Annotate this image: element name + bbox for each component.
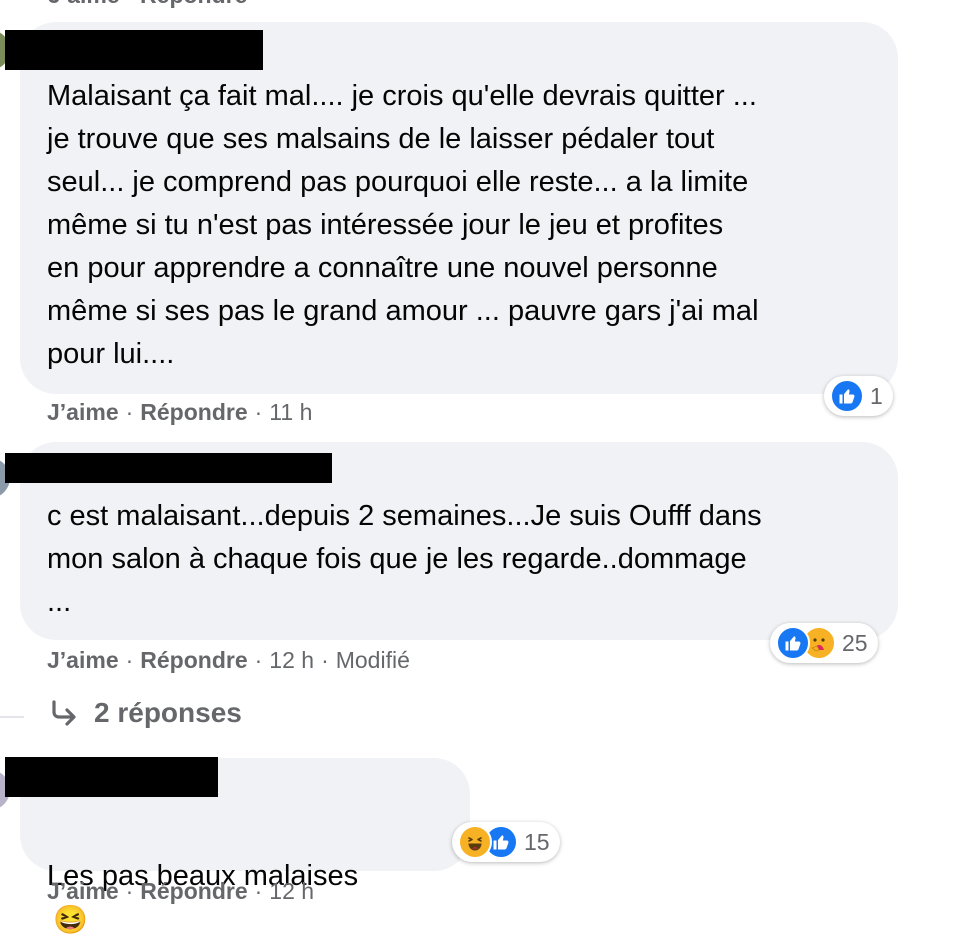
view-replies-button[interactable]: 2 réponses <box>50 697 242 729</box>
like-icon <box>776 626 810 660</box>
reaction-summary[interactable]: 1 <box>824 376 893 416</box>
reply-arrow-icon <box>52 700 76 726</box>
comment-text: Malaisant ça fait mal.... je crois qu'el… <box>47 80 759 370</box>
comment-timestamp[interactable]: 11 h <box>269 399 312 425</box>
like-icon <box>830 379 864 413</box>
haha-icon <box>458 825 492 859</box>
reply-button[interactable]: Répondre <box>140 878 247 904</box>
thread-connector-line <box>0 716 24 718</box>
reaction-count: 25 <box>842 629 868 656</box>
comment-text: Les pas beaux malaises 😆 <box>47 812 358 942</box>
comment-timestamp[interactable]: 12 h <box>269 878 314 904</box>
redacted-author-name <box>5 453 332 483</box>
like-button[interactable]: J’aime <box>47 647 119 673</box>
replies-count-label: 2 réponses <box>94 697 242 728</box>
previous-comment-actions-cutoff: J’aime · Répondre <box>48 0 247 9</box>
reaction-summary[interactable]: 25 <box>770 623 878 663</box>
comment-actions: J’aime · Répondre · 12 h <box>47 878 315 904</box>
comment-actions: J’aime · Répondre · 11 h <box>47 399 313 425</box>
like-button[interactable]: J’aime <box>47 399 119 425</box>
reaction-summary[interactable]: 15 <box>452 822 560 862</box>
redacted-author-name <box>5 757 218 797</box>
reaction-count: 15 <box>524 828 550 855</box>
reaction-count: 1 <box>870 382 883 409</box>
comment-timestamp[interactable]: 12 h <box>269 647 314 673</box>
edited-label: Modifié <box>335 647 410 673</box>
comment-text: c est malaisant...depuis 2 semaines...Je… <box>47 500 762 618</box>
laughing-emoji-icon: 😆 <box>53 904 88 935</box>
like-button[interactable]: J’aime <box>47 878 119 904</box>
redacted-author-name <box>5 30 263 70</box>
reply-button[interactable]: Répondre <box>140 399 247 425</box>
reply-button[interactable]: Répondre <box>140 647 247 673</box>
comment-actions: J’aime · Répondre · 12 h · Modifié <box>47 647 410 673</box>
